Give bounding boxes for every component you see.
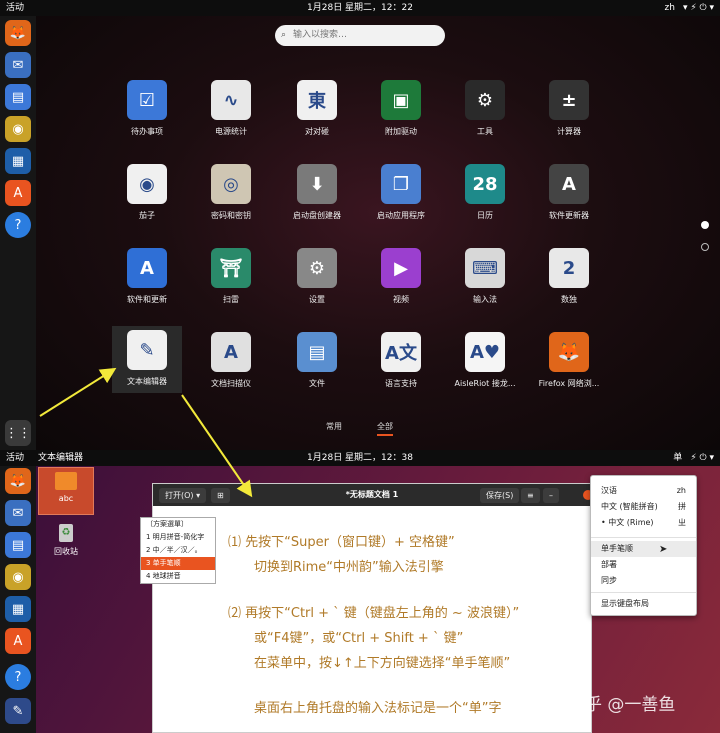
arrow-to-editor-window [181, 394, 253, 498]
screenshot-root: 活动 1月28日 星期二，12：22 zh ▾ ⚡ ⏻ ▾ 🦊 ✉ ▤ ◉ ▦ A… [0, 0, 720, 733]
annotation-arrows [39, 367, 253, 498]
arrow-to-text-editor [39, 367, 117, 417]
